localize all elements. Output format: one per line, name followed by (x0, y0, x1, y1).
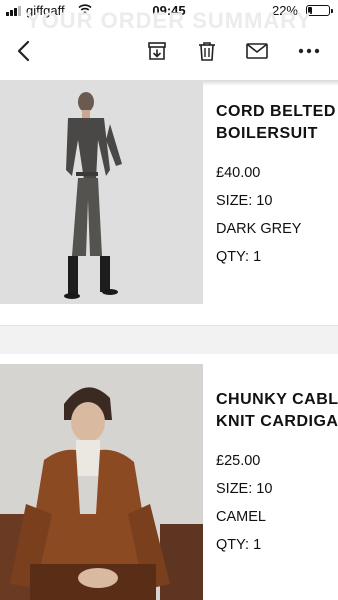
product-name-line1[interactable]: CORD BELTED (216, 101, 338, 123)
product-image[interactable] (0, 364, 203, 600)
mail-icon (246, 43, 268, 59)
product-size: SIZE: 10 (216, 193, 273, 209)
product-colour: CAMEL (216, 509, 266, 525)
back-button[interactable] (10, 38, 36, 64)
product-colour: DARK GREY (216, 221, 302, 237)
product-name-line1[interactable]: CHUNKY CABLE (216, 389, 338, 411)
product-details: CORD BELTED BOILERSUIT £40.00 SIZE: 10 D… (216, 80, 338, 271)
more-button[interactable] (296, 38, 322, 64)
product-price: £25.00 (216, 453, 261, 469)
product-qty: QTY: 1 (216, 537, 262, 553)
trash-icon (199, 42, 215, 61)
order-item: CORD BELTED BOILERSUIT £40.00 SIZE: 10 D… (0, 80, 338, 306)
mail-toolbar (0, 22, 338, 80)
product-size: SIZE: 10 (216, 481, 273, 497)
order-item: CHUNKY CABLE KNIT CARDIGAN £25.00 SIZE: … (0, 364, 338, 600)
back-chevron-icon (17, 40, 30, 62)
product-name-line2[interactable]: BOILERSUIT (216, 123, 338, 145)
archive-icon (148, 42, 166, 60)
delete-button[interactable] (194, 38, 220, 64)
more-icon (298, 48, 320, 54)
product-image[interactable] (0, 80, 203, 304)
product-details: CHUNKY CABLE KNIT CARDIGAN £25.00 SIZE: … (216, 364, 338, 559)
mail-button[interactable] (244, 38, 270, 64)
item-divider (0, 325, 338, 354)
product-price: £40.00 (216, 165, 261, 181)
product-name-line2[interactable]: KNIT CARDIGAN (216, 411, 338, 433)
product-qty: QTY: 1 (216, 249, 262, 265)
archive-button[interactable] (144, 38, 170, 64)
